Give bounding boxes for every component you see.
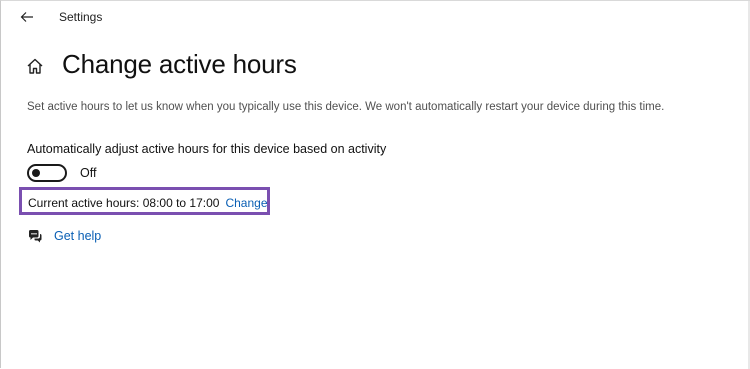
- get-help-row[interactable]: Get help: [27, 228, 101, 244]
- change-link[interactable]: Change: [225, 196, 267, 210]
- current-active-hours: Current active hours: 08:00 to 17:00 Cha…: [28, 196, 268, 210]
- current-active-hours-text: Current active hours: 08:00 to 17:00: [28, 196, 220, 210]
- page-description: Set active hours to let us know when you…: [27, 101, 665, 113]
- auto-adjust-toggle-row: Off: [27, 164, 96, 182]
- page-header: Change active hours: [26, 47, 297, 81]
- get-help-link[interactable]: Get help: [54, 229, 101, 243]
- settings-window: Settings Change active hours Set active …: [0, 0, 750, 369]
- toggle-knob: [32, 169, 40, 177]
- home-icon[interactable]: [26, 57, 44, 75]
- page-title: Change active hours: [62, 48, 297, 79]
- auto-adjust-toggle[interactable]: [27, 164, 67, 182]
- chat-help-icon: [29, 230, 42, 243]
- auto-adjust-label: Automatically adjust active hours for th…: [27, 142, 387, 156]
- toggle-state-label: Off: [80, 166, 97, 180]
- back-arrow-icon[interactable]: [19, 9, 35, 25]
- title-bar: Settings: [1, 1, 750, 33]
- window-title: Settings: [59, 10, 103, 24]
